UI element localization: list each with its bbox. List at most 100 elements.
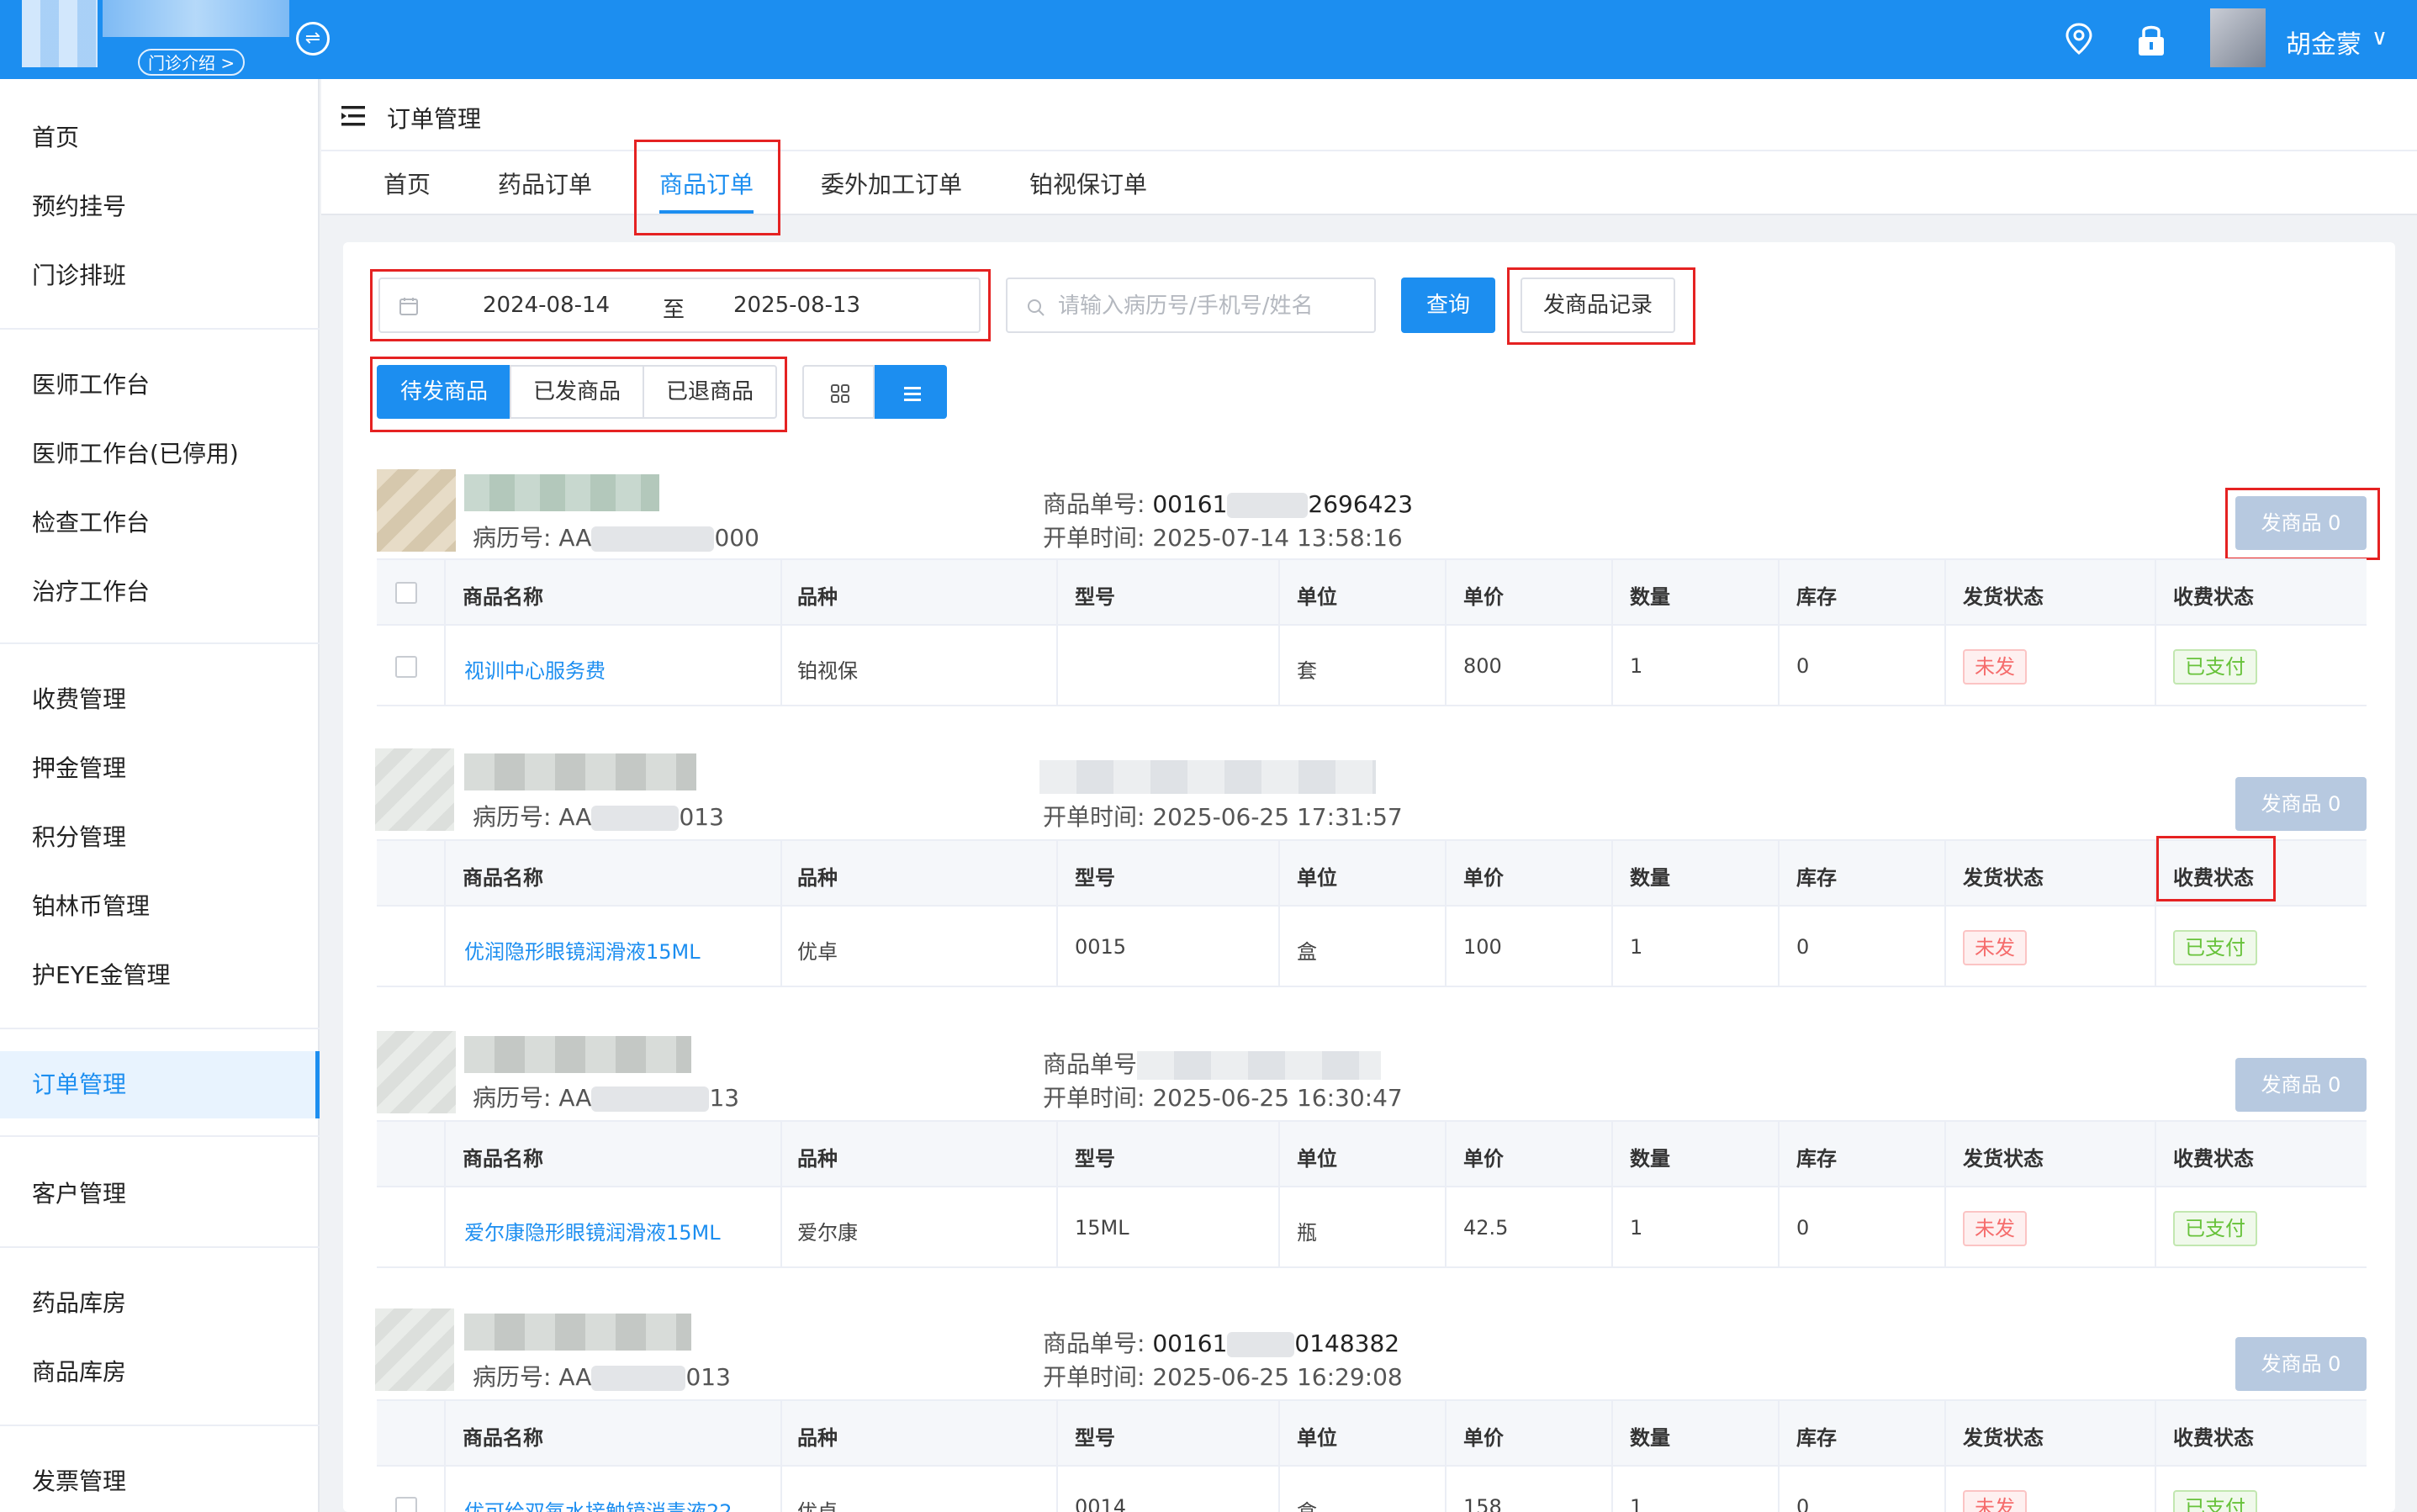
sidebar-item-exam-workbench[interactable]: 检查工作台 xyxy=(32,505,150,538)
sidebar-item-doctor-workbench[interactable]: 医师工作台 xyxy=(32,367,150,400)
order-thumbnail xyxy=(375,748,454,831)
sidebar-item-customers[interactable]: 客户管理 xyxy=(32,1176,126,1209)
clinic-intro-link[interactable]: 门诊介绍 > xyxy=(138,49,246,76)
th-qty: 数量 xyxy=(1630,1426,1670,1450)
table-header: 商品名称 品种 型号 单位 单价 数量 库存 发货状态 收费状态 xyxy=(377,558,2367,627)
table-header: 商品名称 品种 型号 单位 单价 数量 库存 发货状态 收费状态 xyxy=(377,1120,2367,1189)
item-qty: 1 xyxy=(1630,1495,1643,1512)
th-price: 单价 xyxy=(1463,1147,1504,1171)
row-checkbox[interactable] xyxy=(395,656,417,678)
order-number: 商品单号: 00161 0148382 xyxy=(1043,1330,1400,1357)
item-qty: 1 xyxy=(1630,935,1643,959)
search-input[interactable] xyxy=(1058,289,1361,323)
sidebar-item-deposit[interactable]: 押金管理 xyxy=(32,750,126,784)
menu-fold-icon[interactable] xyxy=(341,104,370,128)
sidebar-item-schedule[interactable]: 门诊排班 xyxy=(32,257,126,291)
item-price: 158 xyxy=(1463,1495,1502,1512)
ship-goods-button[interactable]: 发商品 0 xyxy=(2235,1337,2367,1391)
grid-icon xyxy=(831,384,849,403)
sidebar-item-drug-storage[interactable]: 药品库房 xyxy=(32,1285,126,1319)
top-bar: 门诊介绍 > ⇌ 胡金蒙 ∨ xyxy=(0,0,2417,79)
sidebar-item-billing[interactable]: 收费管理 xyxy=(32,681,126,715)
table-row[interactable]: 爱尔康隐形眼镜润滑液15ML 爱尔康 15ML 瓶 42.5 1 0 未发 已支… xyxy=(377,1187,2367,1268)
table-row[interactable]: 优润隐形眼镜润滑液15ML 优卓 0015 盒 100 1 0 未发 已支付 xyxy=(377,907,2367,987)
view-list-button[interactable] xyxy=(875,365,947,419)
record-number: 病历号: AA 000 xyxy=(473,524,759,552)
item-name-link[interactable]: 爱尔康隐形眼镜润滑液15ML xyxy=(464,1216,721,1245)
sidebar-item-doctor-workbench-disabled[interactable]: 医师工作台(已停用) xyxy=(32,436,239,469)
highlight-box-tab xyxy=(634,140,780,235)
swap-icon[interactable]: ⇌ xyxy=(296,22,330,56)
item-name-link[interactable]: 视训中心服务费 xyxy=(464,654,606,684)
th-model: 型号 xyxy=(1075,1426,1115,1450)
pay-status-badge: 已支付 xyxy=(2173,1490,2257,1512)
item-name-link[interactable]: 优可给双氧水接触镜消毒液22 xyxy=(464,1495,733,1512)
chevron-down-icon[interactable]: ∨ xyxy=(2372,25,2388,50)
order-open-time: 开单时间: 2025-06-25 17:31:57 xyxy=(1043,803,1403,831)
query-button[interactable]: 查询 xyxy=(1401,278,1495,333)
table-header: 商品名称 品种 型号 单位 单价 数量 库存 发货状态 收费状态 xyxy=(377,1399,2367,1468)
sidebar-item-points[interactable]: 积分管理 xyxy=(32,819,126,853)
sidebar-item-home[interactable]: 首页 xyxy=(32,119,79,153)
item-variety: 优卓 xyxy=(797,1500,838,1512)
highlight-box-ship xyxy=(2225,488,2380,560)
highlight-box-date xyxy=(370,269,991,341)
list-icon xyxy=(904,387,921,401)
sidebar-item-treatment-workbench[interactable]: 治疗工作台 xyxy=(32,574,150,607)
th-name: 商品名称 xyxy=(463,1147,543,1171)
lock-icon[interactable] xyxy=(2136,22,2166,57)
sidebar-item-appointment[interactable]: 预约挂号 xyxy=(32,188,126,222)
item-stock: 0 xyxy=(1796,1495,1810,1512)
ship-status-badge: 未发 xyxy=(1963,930,2027,965)
table-header: 商品名称 品种 型号 单位 单价 数量 库存 发货状态 收费状态 xyxy=(377,839,2367,908)
th-unit: 单位 xyxy=(1297,1426,1337,1450)
item-qty: 1 xyxy=(1630,1216,1643,1240)
th-name: 商品名称 xyxy=(463,585,543,609)
sidebar-item-eye-fund[interactable]: 护EYE金管理 xyxy=(32,957,171,991)
tab-insurance-orders[interactable]: 铂视保订单 xyxy=(1029,167,1147,200)
location-icon[interactable] xyxy=(2062,22,2096,56)
ship-goods-button[interactable]: 发商品 0 xyxy=(2235,1058,2367,1112)
order-thumbnail xyxy=(377,1031,456,1113)
highlight-box-records xyxy=(1507,267,1695,345)
ship-goods-button[interactable]: 发商品 0 xyxy=(2235,777,2367,831)
sidebar-item-goods-storage[interactable]: 商品库房 xyxy=(32,1354,126,1388)
tab-home[interactable]: 首页 xyxy=(383,167,431,200)
sidebar-item-orders[interactable]: 订单管理 xyxy=(32,1066,126,1100)
page-title: 订单管理 xyxy=(387,105,482,133)
avatar[interactable] xyxy=(2210,8,2266,67)
th-qty: 数量 xyxy=(1630,1147,1670,1171)
order-number: 商品单号: 00161 2696423 xyxy=(1043,490,1414,518)
search-box[interactable] xyxy=(1006,278,1376,333)
item-qty: 1 xyxy=(1630,654,1643,678)
select-all-checkbox[interactable] xyxy=(395,582,417,604)
item-stock: 0 xyxy=(1796,935,1810,959)
th-ship-status: 发货状态 xyxy=(1963,1426,2044,1450)
sidebar-item-invoices[interactable]: 发票管理 xyxy=(32,1463,126,1497)
th-stock: 库存 xyxy=(1796,585,1837,609)
th-model: 型号 xyxy=(1075,1147,1115,1171)
item-name-link[interactable]: 优润隐形眼镜润滑液15ML xyxy=(464,935,701,965)
sidebar-divider xyxy=(0,328,320,330)
th-variety: 品种 xyxy=(797,866,838,890)
view-grid-button[interactable] xyxy=(802,365,875,419)
sidebar-item-coin[interactable]: 铂林币管理 xyxy=(32,888,150,922)
table-row[interactable]: 优可给双氧水接触镜消毒液22 优卓 0014 盒 158 1 0 未发 已支付 xyxy=(377,1467,2367,1512)
tab-outsourced-orders[interactable]: 委外加工订单 xyxy=(821,167,962,200)
th-ship-status: 发货状态 xyxy=(1963,1147,2044,1171)
record-number: 病历号: AA 013 xyxy=(473,803,724,831)
item-model: 15ML xyxy=(1075,1216,1129,1240)
record-number: 病历号: AA 13 xyxy=(473,1084,740,1112)
row-checkbox[interactable] xyxy=(395,1497,417,1512)
th-variety: 品种 xyxy=(797,1426,838,1450)
th-pay-status: 收费状态 xyxy=(2173,585,2254,609)
table-row[interactable]: 视训中心服务费 铂视保 套 800 1 0 未发 已支付 xyxy=(377,626,2367,706)
username[interactable]: 胡金蒙 xyxy=(2286,24,2361,61)
th-stock: 库存 xyxy=(1796,866,1837,890)
tab-drug-orders[interactable]: 药品订单 xyxy=(498,167,592,200)
order-thumbnail xyxy=(377,469,456,552)
th-stock: 库存 xyxy=(1796,1426,1837,1450)
sidebar: 首页 预约挂号 门诊排班 医师工作台 医师工作台(已停用) 检查工作台 治疗工作… xyxy=(0,79,320,1512)
item-model: 0015 xyxy=(1075,935,1127,959)
ship-status-badge: 未发 xyxy=(1963,1490,2027,1512)
